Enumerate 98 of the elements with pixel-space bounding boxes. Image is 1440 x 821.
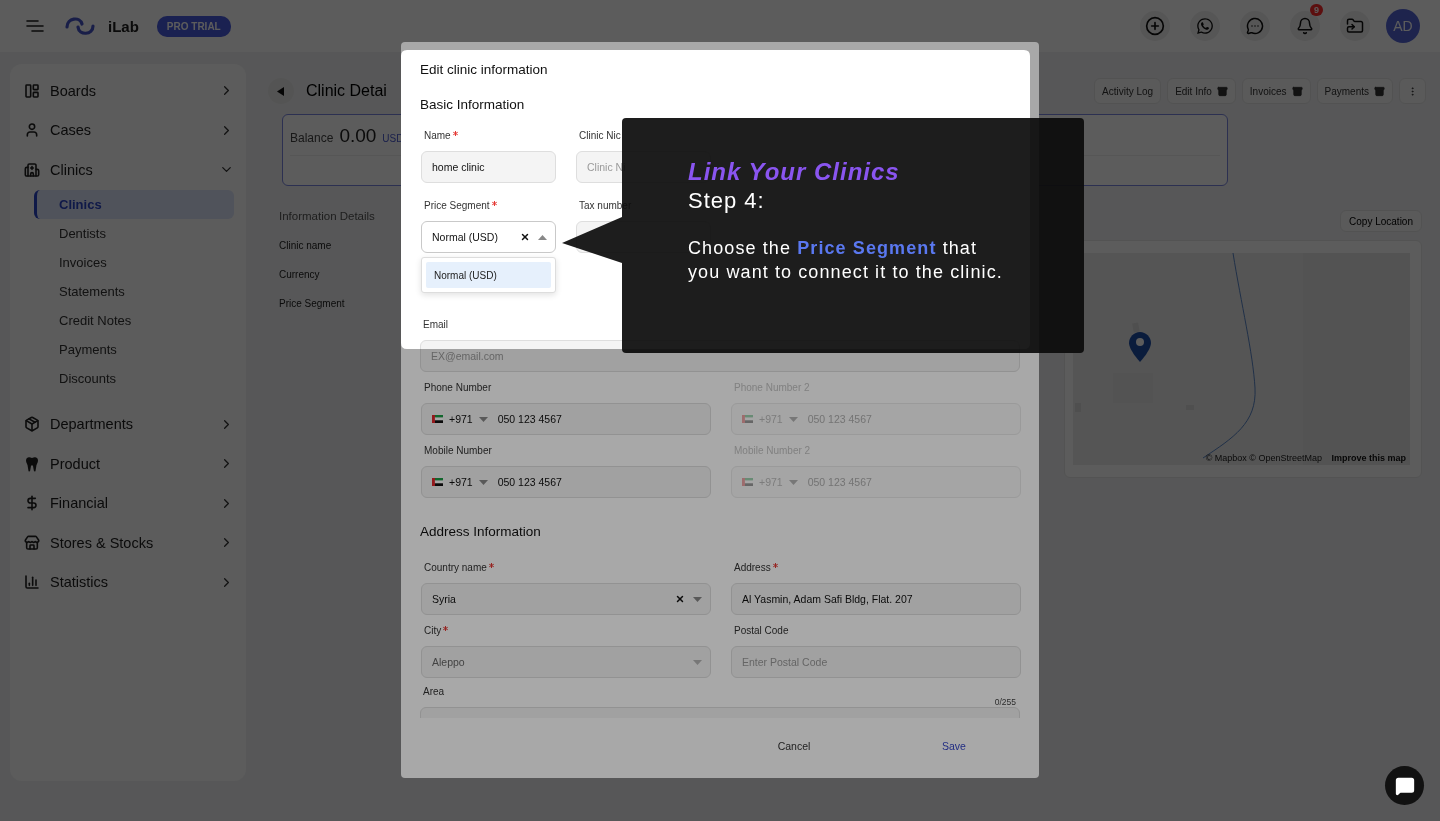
caret-icon xyxy=(788,479,798,485)
character-counter: 0/255 xyxy=(994,697,1016,707)
plan-badge: PRO TRIAL xyxy=(156,15,231,37)
detail-label: Price Segment xyxy=(279,298,345,309)
field-label: Clinic Nic xyxy=(579,129,621,143)
store-icon xyxy=(24,534,40,551)
action-button[interactable]: Activity Log xyxy=(1094,78,1162,104)
improve-map-link[interactable]: Improve this map xyxy=(1331,453,1406,463)
field-label: City xyxy=(424,624,442,638)
field-label: Mobile Number xyxy=(424,444,492,458)
action-button[interactable]: Edit Info xyxy=(1167,78,1236,104)
support-chat-button[interactable] xyxy=(1385,766,1424,805)
chat-icon xyxy=(1246,17,1264,35)
field-label: Area xyxy=(423,685,445,699)
sidebar-item[interactable]: Cases xyxy=(22,110,234,150)
logo-icon xyxy=(64,15,96,37)
caret-icon xyxy=(538,234,547,240)
dollar-icon xyxy=(24,495,40,512)
copy-location-button[interactable]: Copy Location xyxy=(1340,210,1422,232)
archive-icon xyxy=(1374,85,1385,97)
flag-icon xyxy=(432,415,443,423)
box-icon xyxy=(24,416,40,433)
field-label: Country name xyxy=(424,561,487,575)
archive-icon xyxy=(1291,85,1303,97)
clear-icon[interactable] xyxy=(675,594,685,604)
whatsapp-button[interactable] xyxy=(1190,11,1220,41)
bar-chart-icon xyxy=(24,574,40,591)
board-icon xyxy=(24,82,40,99)
chat-icon xyxy=(1394,775,1415,796)
flag-icon xyxy=(432,478,443,486)
notifications-button[interactable] xyxy=(1290,11,1320,41)
sidebar-item[interactable]: Clinics xyxy=(22,150,234,190)
section-title: Information Details xyxy=(279,210,375,222)
sidebar-item[interactable]: Boards xyxy=(22,71,234,111)
tour-step: Step 4: xyxy=(688,188,1014,214)
sidebar-subitem[interactable]: Invoices xyxy=(34,247,234,277)
sidebar-item[interactable]: Stores & Stocks xyxy=(22,523,234,563)
select-field[interactable]: Syria xyxy=(421,583,711,615)
balance-label: Balance xyxy=(290,131,334,145)
action-button[interactable]: Payments xyxy=(1316,78,1393,104)
save-button[interactable]: Save xyxy=(874,731,1034,761)
text-field[interactable]: Enter Postal Code xyxy=(731,646,1021,678)
sidebar-subitem[interactable]: Credit Notes xyxy=(34,305,234,335)
detail-label: Clinic name xyxy=(279,240,332,251)
plus-icon xyxy=(1145,16,1165,36)
caret-icon xyxy=(478,479,488,485)
chat-button[interactable] xyxy=(1240,11,1270,41)
select-field[interactable]: Normal (USD) xyxy=(421,221,556,253)
section-title: Address Information xyxy=(420,524,542,539)
back-icon xyxy=(277,86,285,96)
brand-name: iLab xyxy=(108,17,139,35)
page-title: Clinic Detai xyxy=(306,82,387,100)
map-attribution: © Mapbox © OpenStreetMap xyxy=(1205,453,1322,463)
notification-count: 9 xyxy=(1310,4,1323,16)
bell-icon xyxy=(1296,17,1314,35)
caret-icon xyxy=(788,416,798,422)
field-label: Name xyxy=(424,129,451,143)
back-button[interactable] xyxy=(268,78,294,104)
detail-label: Currency xyxy=(279,269,320,280)
field-label: Phone Number xyxy=(424,381,492,395)
menu-icon[interactable] xyxy=(26,20,44,32)
dialog-title: Edit clinic information xyxy=(419,61,549,77)
sidebar-subitem[interactable]: Statements xyxy=(34,276,234,306)
field-label: Email xyxy=(423,318,448,332)
section-title: Basic Information xyxy=(420,97,526,112)
dropdown-option[interactable]: Normal (USD) xyxy=(426,262,551,288)
tour-title: Link Your Clinics xyxy=(688,158,901,186)
field-label: Postal Code xyxy=(734,624,789,638)
sidebar-subitem[interactable]: Discounts xyxy=(34,363,234,393)
folder-icon xyxy=(1346,17,1364,35)
archive-icon xyxy=(1216,85,1228,97)
person-icon xyxy=(24,122,40,139)
map-pin-icon xyxy=(1129,332,1151,362)
caret-icon xyxy=(693,596,702,602)
phone-field[interactable]: +971 050 123 4567 xyxy=(421,466,711,498)
tooth-icon xyxy=(24,455,40,472)
clear-icon[interactable] xyxy=(520,232,530,242)
sidebar-item[interactable]: Departments xyxy=(22,404,234,444)
phone-field[interactable]: +971 050 123 4567 xyxy=(421,403,711,435)
hospital-icon xyxy=(24,161,40,178)
sidebar-subitem[interactable]: Clinics xyxy=(34,189,234,219)
sidebar-item[interactable]: Product xyxy=(22,444,234,484)
whatsapp-icon xyxy=(1196,17,1214,35)
sidebar-item[interactable]: Statistics xyxy=(22,562,234,602)
field-label: Price Segment xyxy=(424,199,490,213)
action-button[interactable]: Invoices xyxy=(1241,78,1311,104)
text-field[interactable]: home clinic xyxy=(421,151,556,183)
balance-amount: 0.00 xyxy=(339,125,377,147)
sidebar-subitem[interactable]: Payments xyxy=(34,334,234,364)
field-label: Address xyxy=(734,561,771,575)
cancel-button[interactable]: Cancel xyxy=(714,731,874,761)
caret-icon xyxy=(693,659,702,665)
caret-icon xyxy=(478,416,488,422)
text-field[interactable]: Al Yasmin, Adam Safi Bldg, Flat. 207 xyxy=(731,583,1021,615)
add-button[interactable] xyxy=(1140,11,1170,41)
tour-text: Choose the Price Segment that you want to connect it to the clinic. xyxy=(688,237,1004,284)
sidebar-item[interactable]: Financial xyxy=(22,483,234,523)
folder-button[interactable] xyxy=(1340,11,1370,41)
